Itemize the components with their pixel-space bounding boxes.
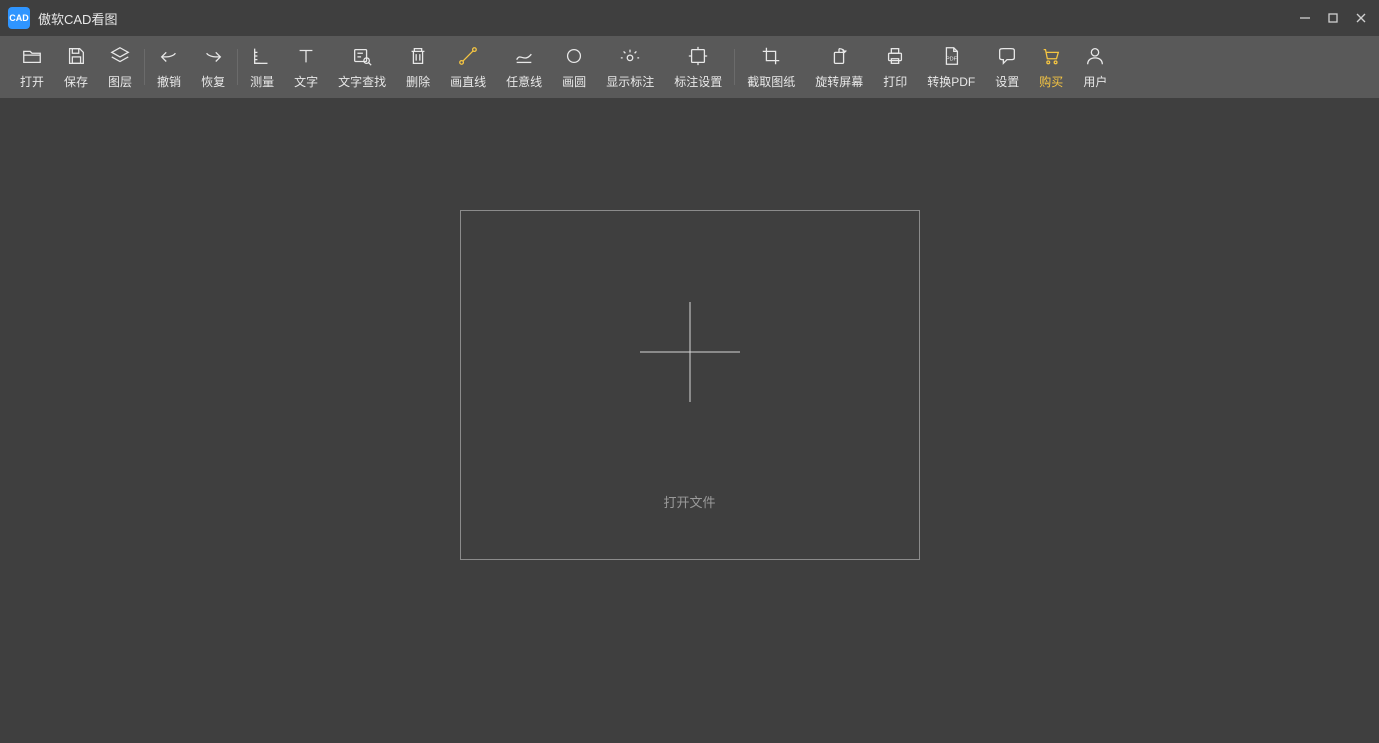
chat-icon bbox=[996, 45, 1018, 67]
user-icon bbox=[1084, 45, 1106, 67]
show-markup-button[interactable]: 显示标注 bbox=[596, 41, 664, 94]
trash-icon bbox=[407, 45, 429, 67]
undo-label: 撤销 bbox=[157, 73, 181, 90]
print-button[interactable]: 打印 bbox=[873, 41, 917, 94]
window-controls bbox=[1295, 8, 1371, 28]
circle-button[interactable]: 画圆 bbox=[552, 41, 596, 94]
layers-button[interactable]: 图层 bbox=[98, 41, 142, 94]
title-left: CAD 傲软CAD看图 bbox=[8, 7, 117, 29]
redo-icon bbox=[202, 45, 224, 67]
free-line-icon bbox=[513, 45, 535, 67]
settings-button[interactable]: 设置 bbox=[985, 41, 1029, 94]
crop-icon bbox=[760, 45, 782, 67]
free-line-button[interactable]: 任意线 bbox=[496, 41, 552, 94]
ruler-icon bbox=[251, 45, 273, 67]
toolbar-separator bbox=[144, 49, 145, 85]
delete-label: 删除 bbox=[406, 73, 430, 90]
svg-text:PDF: PDF bbox=[946, 56, 958, 62]
to-pdf-label: 转换PDF bbox=[927, 73, 975, 90]
to-pdf-button[interactable]: PDF 转换PDF bbox=[917, 41, 985, 94]
text-icon bbox=[295, 45, 317, 67]
undo-icon bbox=[158, 45, 180, 67]
rotate-icon bbox=[828, 45, 850, 67]
redo-button[interactable]: 恢复 bbox=[191, 41, 235, 94]
text-find-button[interactable]: 文字查找 bbox=[328, 41, 396, 94]
open-file-label: 打开文件 bbox=[663, 492, 715, 511]
rotate-button[interactable]: 旋转屏幕 bbox=[805, 41, 873, 94]
settings-label: 设置 bbox=[995, 73, 1019, 90]
print-icon bbox=[884, 45, 906, 67]
open-label: 打开 bbox=[20, 73, 44, 90]
plus-icon bbox=[461, 211, 919, 492]
redo-label: 恢复 bbox=[201, 73, 225, 90]
markup-settings-label: 标注设置 bbox=[674, 73, 722, 90]
circle-label: 画圆 bbox=[562, 73, 586, 90]
minimize-button[interactable] bbox=[1295, 8, 1315, 28]
layers-label: 图层 bbox=[108, 73, 132, 90]
app-title: 傲软CAD看图 bbox=[38, 9, 117, 28]
show-markup-label: 显示标注 bbox=[606, 73, 654, 90]
markup-settings-button[interactable]: 标注设置 bbox=[664, 41, 732, 94]
user-button[interactable]: 用户 bbox=[1073, 41, 1117, 94]
cart-icon bbox=[1040, 45, 1062, 67]
canvas-area: 打开文件 bbox=[0, 98, 1379, 743]
markup-settings-icon bbox=[687, 45, 709, 67]
user-label: 用户 bbox=[1083, 73, 1107, 90]
undo-button[interactable]: 撤销 bbox=[147, 41, 191, 94]
text-label: 文字 bbox=[294, 73, 318, 90]
text-find-icon bbox=[351, 45, 373, 67]
folder-open-icon bbox=[21, 45, 43, 67]
purchase-button[interactable]: 购买 bbox=[1029, 41, 1073, 94]
free-line-label: 任意线 bbox=[506, 73, 542, 90]
maximize-button[interactable] bbox=[1323, 8, 1343, 28]
toolbar: 打开 保存 图层 撤销 恢复 测量 文字 bbox=[0, 36, 1379, 98]
layers-icon bbox=[109, 45, 131, 67]
line-icon bbox=[457, 45, 479, 67]
pdf-icon: PDF bbox=[940, 45, 962, 67]
circle-icon bbox=[563, 45, 585, 67]
text-button[interactable]: 文字 bbox=[284, 41, 328, 94]
save-label: 保存 bbox=[64, 73, 88, 90]
toolbar-separator bbox=[734, 49, 735, 85]
open-file-box[interactable]: 打开文件 bbox=[460, 210, 920, 560]
crop-button[interactable]: 截取图纸 bbox=[737, 41, 805, 94]
rotate-label: 旋转屏幕 bbox=[815, 73, 863, 90]
delete-button[interactable]: 删除 bbox=[396, 41, 440, 94]
save-icon bbox=[65, 45, 87, 67]
purchase-label: 购买 bbox=[1039, 73, 1063, 90]
close-button[interactable] bbox=[1351, 8, 1371, 28]
text-find-label: 文字查找 bbox=[338, 73, 386, 90]
measure-label: 测量 bbox=[250, 73, 274, 90]
crop-label: 截取图纸 bbox=[747, 73, 795, 90]
save-button[interactable]: 保存 bbox=[54, 41, 98, 94]
toolbar-separator bbox=[237, 49, 238, 85]
app-icon: CAD bbox=[8, 7, 30, 29]
open-button[interactable]: 打开 bbox=[10, 41, 54, 94]
print-label: 打印 bbox=[883, 73, 907, 90]
measure-button[interactable]: 测量 bbox=[240, 41, 284, 94]
straight-line-button[interactable]: 画直线 bbox=[440, 41, 496, 94]
show-markup-icon bbox=[619, 45, 641, 67]
title-bar: CAD 傲软CAD看图 bbox=[0, 0, 1379, 36]
straight-line-label: 画直线 bbox=[450, 73, 486, 90]
